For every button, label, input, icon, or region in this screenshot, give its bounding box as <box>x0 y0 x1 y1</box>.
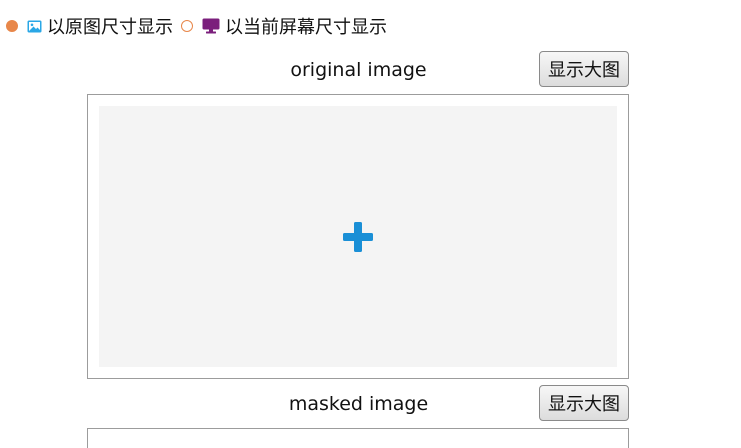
original-image-header: original image 显示大图 <box>88 51 629 89</box>
option-original-size-label: 以原图尺寸显示 <box>47 17 173 38</box>
radio-original-size[interactable] <box>6 20 18 32</box>
radio-screen-size[interactable] <box>181 20 193 32</box>
show-large-original-button[interactable]: 显示大图 <box>539 51 629 87</box>
monitor-icon <box>202 18 220 34</box>
image-icon <box>27 20 42 33</box>
original-image-drop-area[interactable] <box>99 106 617 367</box>
masked-image-panel <box>87 428 629 448</box>
plus-icon[interactable] <box>342 221 374 253</box>
view-mode-radio-group: 以原图尺寸显示 以当前屏幕尺寸显示 <box>6 14 387 38</box>
original-image-panel <box>87 94 629 379</box>
option-screen-size[interactable]: 以当前屏幕尺寸显示 <box>181 13 387 39</box>
option-original-size[interactable]: 以原图尺寸显示 <box>6 13 173 39</box>
masked-image-header: masked image 显示大图 <box>88 385 629 423</box>
show-large-masked-button[interactable]: 显示大图 <box>539 385 629 421</box>
option-screen-size-label: 以当前屏幕尺寸显示 <box>225 17 387 38</box>
